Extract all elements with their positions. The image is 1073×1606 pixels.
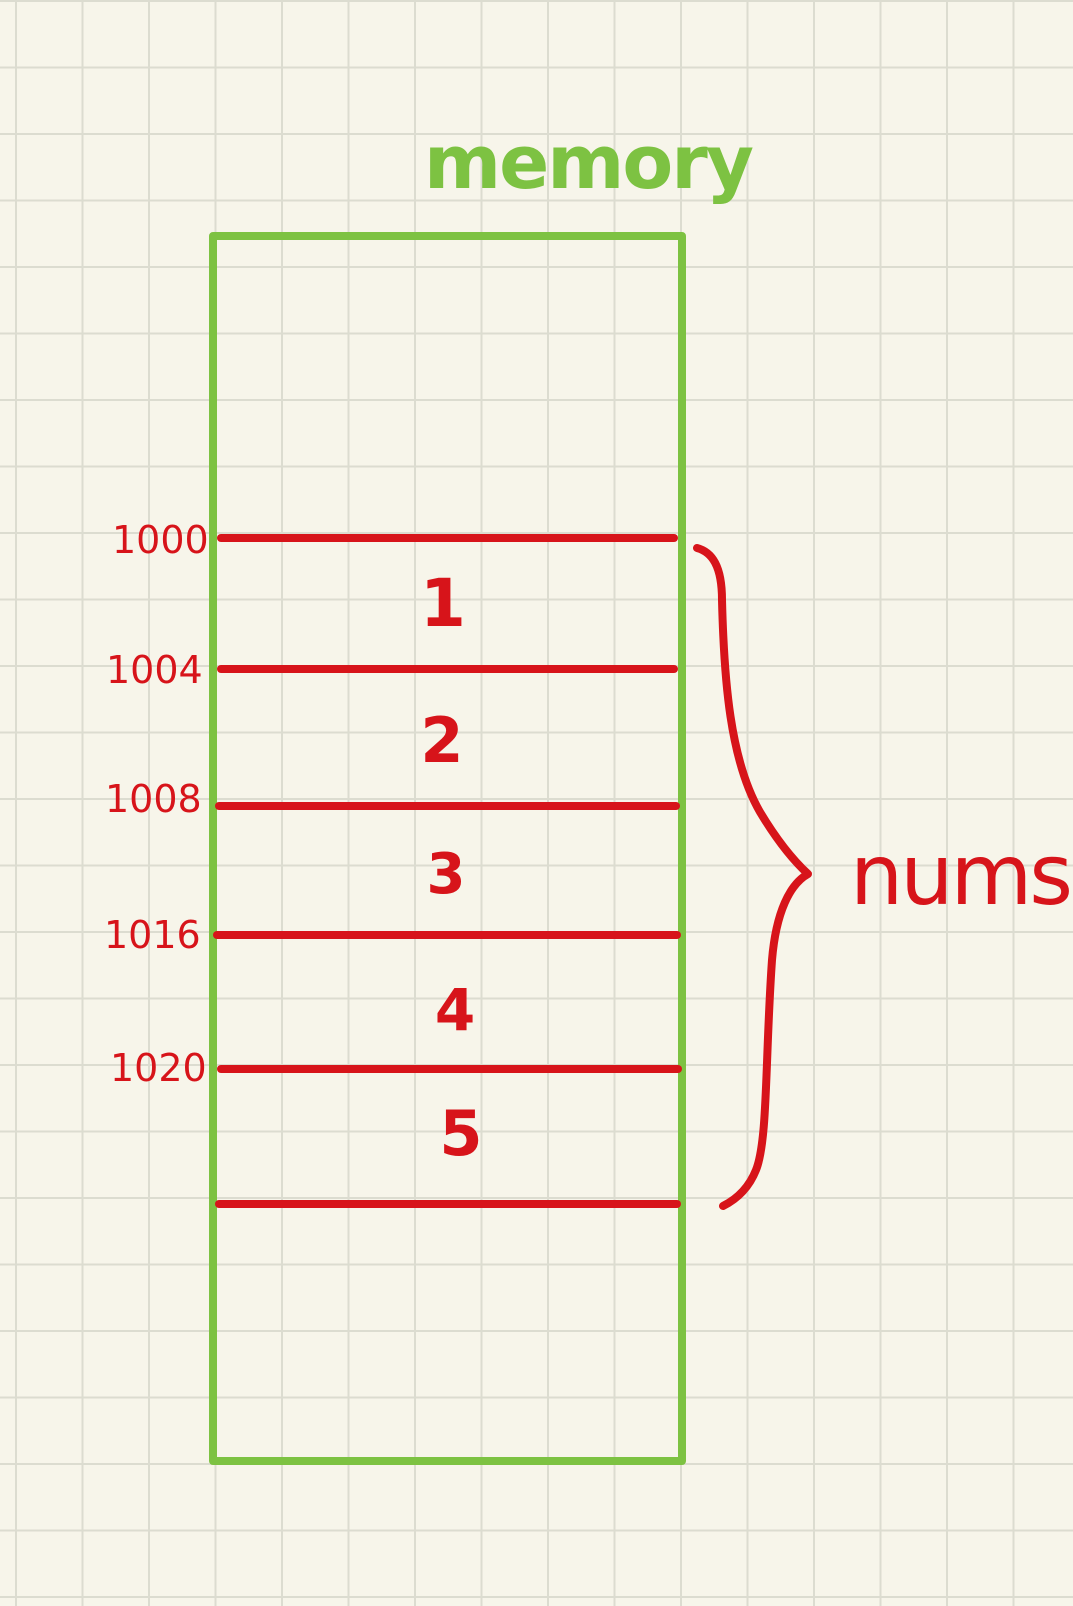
cell-value: 5 [439,1097,482,1170]
address-label: 1004 [106,648,203,692]
address-label: 1016 [104,913,201,957]
address-label: 1020 [110,1046,207,1090]
cell-value: 2 [420,704,463,777]
memory-title: memory [424,120,753,206]
address-label: 1000 [112,518,209,562]
brace-icon [693,544,812,1210]
cell-value: 1 [420,565,466,642]
diagram-canvas: memory 1000 1004 1008 1016 1020 1 2 3 4 … [0,0,1073,1606]
array-name-label: nums [850,826,1070,924]
cell-value: 4 [435,976,475,1044]
cell-value: 3 [427,842,466,907]
address-label: 1008 [105,777,202,821]
memory-diagram: memory 1000 1004 1008 1016 1020 1 2 3 4 … [104,120,1073,1465]
